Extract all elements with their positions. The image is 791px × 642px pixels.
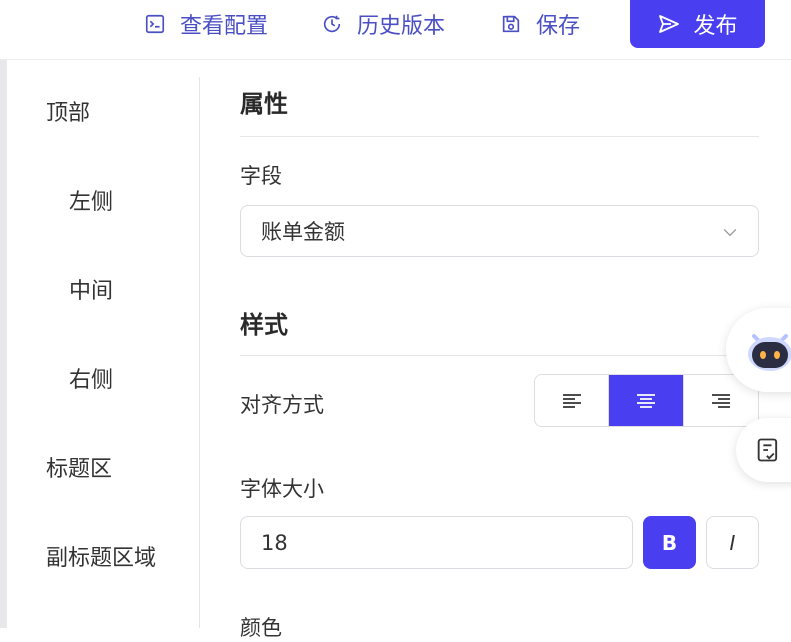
italic-button[interactable]: I (706, 516, 759, 569)
robot-assistant-icon (748, 334, 791, 371)
style-title: 样式 (240, 311, 288, 339)
nav-item-right[interactable]: 右侧 (69, 362, 113, 394)
align-left-button[interactable] (535, 375, 610, 426)
history-button[interactable]: 历史版本 (321, 8, 445, 40)
bold-label: B (661, 530, 678, 555)
checklist-icon (757, 438, 778, 462)
nav-item-top[interactable]: 顶部 (46, 95, 90, 127)
terminal-icon (145, 14, 165, 34)
send-icon (659, 15, 680, 33)
nav-item-middle[interactable]: 中间 (69, 273, 113, 305)
top-toolbar: 查看配置 历史版本 保存 发布 (0, 0, 791, 60)
save-label: 保存 (536, 14, 581, 39)
nav-item-title-area[interactable]: 标题区 (46, 451, 112, 483)
chevron-down-icon (723, 229, 737, 237)
nav-item-left[interactable]: 左侧 (69, 184, 113, 216)
alignment-button-group (534, 374, 759, 427)
properties-title: 属性 (240, 90, 288, 118)
view-config-button[interactable]: 查看配置 (144, 8, 268, 40)
publish-button[interactable]: 发布 (630, 0, 765, 48)
font-size-label: 字体大小 (240, 477, 324, 501)
align-label: 对齐方式 (240, 393, 324, 417)
properties-divider (240, 136, 759, 137)
align-center-button[interactable] (609, 375, 684, 426)
clock-icon (323, 15, 341, 33)
align-center-icon (637, 393, 656, 408)
notes-button[interactable] (736, 418, 791, 482)
nav-item-subtitle-area[interactable]: 副标题区域 (46, 540, 156, 572)
color-label: 颜色 (240, 616, 282, 640)
left-edge-strip (0, 60, 7, 628)
save-icon (502, 15, 520, 33)
view-config-label: 查看配置 (180, 14, 269, 39)
field-select[interactable]: 账单金额 (240, 205, 759, 257)
font-size-value: 18 (261, 530, 288, 555)
save-button[interactable]: 保存 (500, 8, 580, 40)
history-label: 历史版本 (357, 14, 446, 39)
italic-label: I (729, 530, 736, 555)
field-label: 字段 (240, 164, 282, 188)
publish-label: 发布 (693, 14, 738, 39)
align-right-icon (711, 393, 730, 408)
field-select-value: 账单金额 (261, 220, 345, 244)
font-size-input[interactable]: 18 (240, 516, 633, 569)
style-divider (240, 355, 759, 356)
nav-divider (199, 77, 200, 628)
align-left-icon (562, 393, 581, 408)
bold-button[interactable]: B (643, 516, 696, 569)
